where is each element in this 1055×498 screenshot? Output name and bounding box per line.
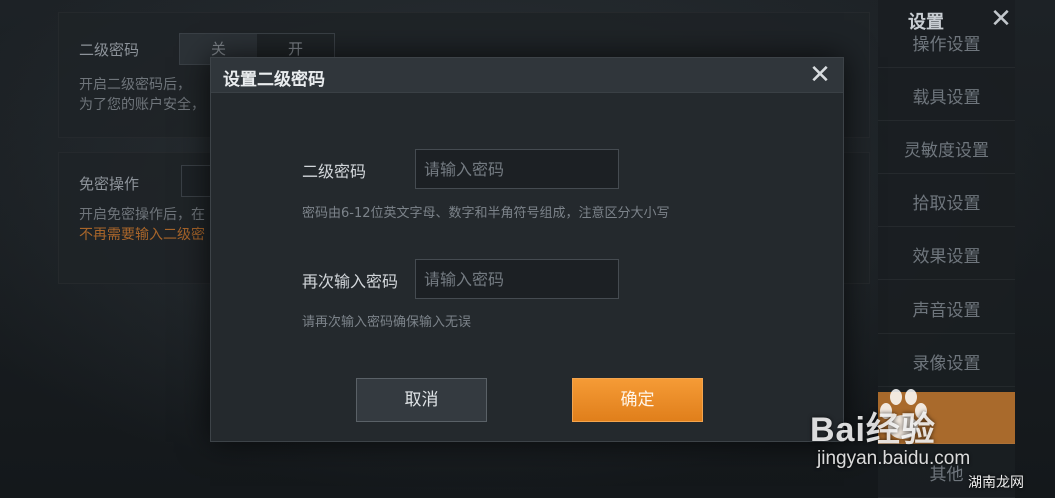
bg-secondary-password-label: 二级密码 [79, 41, 140, 59]
sidebar-item-sound[interactable]: 声音设置 [878, 288, 1015, 334]
set-secondary-password-dialog: 设置二级密码 ✕ 二级密码 密码由6-12位英文字母、数字和半角符号组成，注意区… [210, 57, 844, 442]
confirm-button[interactable]: 确定 [572, 378, 703, 422]
password-label: 二级密码 [302, 162, 367, 181]
confirm-password-hint: 请再次输入密码确保输入无误 [302, 315, 472, 330]
confirm-password-label: 再次输入密码 [302, 272, 399, 291]
cancel-button[interactable]: 取消 [356, 378, 487, 422]
sidebar-item-pickup[interactable]: 拾取设置 [878, 181, 1015, 227]
bg-panel2-note-1: 开启免密操作后，在 [79, 207, 205, 223]
watermark-brand: Bai经验 [810, 411, 936, 449]
sidebar-item-effects[interactable]: 效果设置 [878, 234, 1015, 280]
sidebar-item-sensitivity[interactable]: 灵敏度设置 [878, 128, 1015, 174]
watermark-corner: 湖南龙网 [968, 475, 1024, 491]
sidebar-item-vehicle[interactable]: 载具设置 [878, 75, 1015, 121]
bg-panel1-note-1: 开启二级密码后， [79, 77, 191, 93]
bg-panel1-note-2: 为了您的账户安全， [79, 97, 205, 113]
sidebar-item-recording[interactable]: 录像设置 [878, 341, 1015, 387]
password-input[interactable] [415, 149, 619, 189]
dialog-title: 设置二级密码 [223, 70, 325, 90]
dialog-header: 设置二级密码 ✕ [211, 58, 843, 93]
bg-passwordless-label: 免密操作 [79, 175, 140, 193]
settings-close-icon[interactable]: ✕ [984, 2, 1018, 36]
confirm-password-input[interactable] [415, 259, 619, 299]
watermark-url: jingyan.baidu.com [817, 448, 971, 469]
bg-panel2-note-2: 不再需要输入二级密 [79, 227, 205, 243]
dialog-close-icon[interactable]: ✕ [805, 58, 835, 92]
password-hint: 密码由6-12位英文字母、数字和半角符号组成，注意区分大小写 [302, 206, 670, 221]
